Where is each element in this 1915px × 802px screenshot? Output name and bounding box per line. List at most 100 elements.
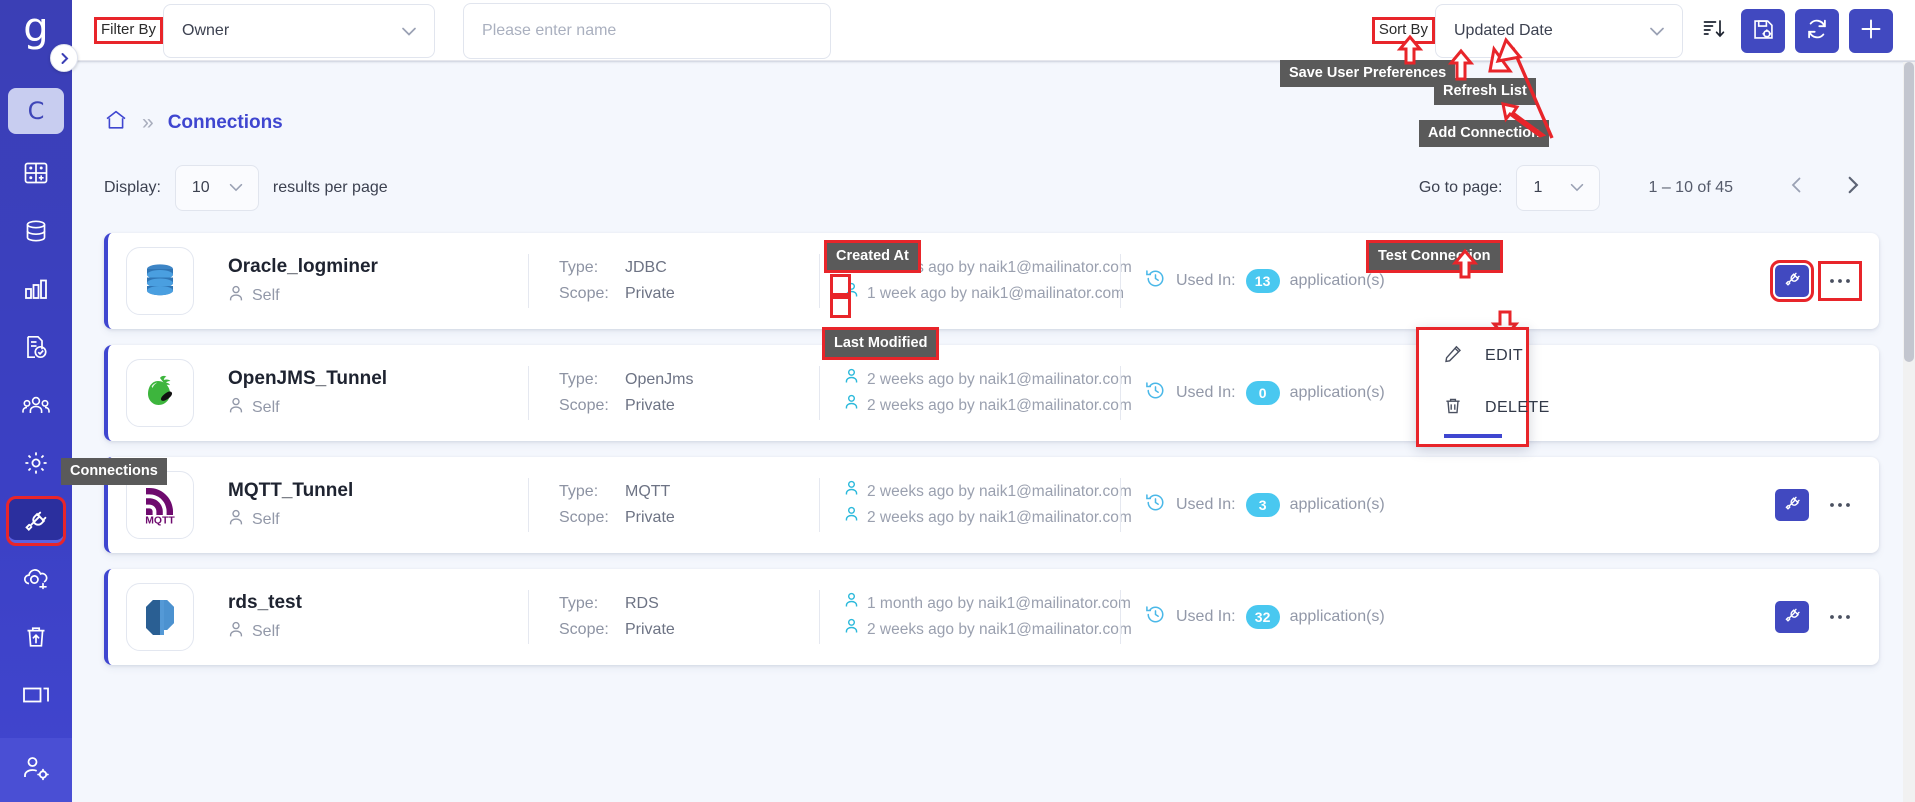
row-actions — [1770, 260, 1879, 302]
scrollbar-thumb[interactable] — [1904, 62, 1914, 362]
trash-upload-icon — [23, 624, 49, 650]
table-row[interactable]: OpenJMS_Tunnel Self Type: OpenJms Scope: P… — [104, 345, 1879, 441]
page-scrollbar[interactable] — [1903, 62, 1915, 802]
goto-page-label: Go to page: — [1418, 179, 1503, 196]
sidebar-item-screens[interactable] — [8, 672, 64, 718]
last-modified-text: 2 weeks ago by naik1@mailinator.com — [867, 621, 1132, 638]
more-actions-button[interactable] — [1818, 261, 1862, 301]
sidebar-item-deploy[interactable] — [8, 556, 64, 602]
add-connection-button[interactable] — [1849, 8, 1893, 53]
created-at-text: 2 weeks ago by naik1@mailinator.com — [867, 371, 1132, 388]
document-check-icon — [23, 334, 49, 360]
home-icon[interactable] — [104, 108, 128, 137]
list-controls: Display: 10 results per page Go to page:… — [72, 137, 1915, 211]
menu-item-delete[interactable]: DELETE — [1419, 382, 1549, 434]
scope-label: Scope: — [559, 621, 609, 638]
connection-owner-text: Self — [252, 398, 280, 416]
user-gear-icon — [21, 754, 51, 787]
connection-thumbnail — [126, 359, 194, 427]
chevron-down-icon — [398, 20, 420, 42]
sort-by-label: Sort By — [1371, 17, 1435, 44]
row-context-menu[interactable]: EDIT DELETE — [1416, 327, 1549, 447]
more-actions-button[interactable] — [1823, 602, 1857, 632]
person-icon — [844, 591, 859, 617]
used-in-column: Used In: 32 application(s) — [1121, 604, 1385, 630]
left-sidebar: g C — [0, 0, 72, 802]
ellipsis-icon — [1828, 501, 1852, 509]
person-icon — [844, 479, 859, 505]
page-size-select[interactable]: 10 — [174, 165, 259, 211]
filter-by-label: Filter By — [94, 17, 164, 44]
tooltip-add-connection: Add Connection — [1419, 120, 1549, 147]
pencil-icon — [1443, 344, 1463, 369]
sidebar-item-home-letter[interactable]: C — [8, 88, 64, 134]
plus-icon — [1858, 16, 1884, 45]
table-row[interactable]: MQTT MQTT_Tunnel Self Type: MQTT Scope: … — [104, 457, 1879, 553]
svg-text:MQTT: MQTT — [145, 515, 175, 526]
used-in-count: 32 — [1245, 605, 1280, 629]
pagination: Go to page: 1 1 – 10 of 45 — [1419, 165, 1879, 211]
breadcrumb-separator: » — [142, 111, 154, 134]
table-row[interactable]: Oracle_logminer Self Type: JDBC Scope: Pri… — [104, 233, 1879, 329]
goto-page-select[interactable]: 1 — [1516, 165, 1601, 211]
result-range: 1 – 10 of 45 — [1648, 179, 1733, 196]
prev-page-button[interactable] — [1777, 168, 1817, 208]
used-in-suffix: application(s) — [1289, 384, 1385, 401]
sidebar-item-database[interactable] — [8, 208, 64, 254]
search-input[interactable]: Please enter name — [463, 2, 832, 59]
filter-by-value: Owner — [182, 21, 230, 39]
used-in-label: Used In: — [1176, 272, 1236, 289]
type-value: MQTT — [625, 483, 671, 500]
sidebar-item-connections[interactable] — [6, 496, 66, 546]
mqtt-icon: MQTT — [137, 480, 183, 531]
menu-item-delete-label: DELETE — [1485, 399, 1550, 416]
current-page-value: 1 — [1533, 179, 1543, 196]
page-title[interactable]: Connections — [168, 112, 283, 134]
person-icon — [228, 509, 244, 531]
breadcrumb: » Connections — [72, 62, 1915, 137]
test-connection-button[interactable] — [1775, 489, 1809, 521]
scope-value: Private — [625, 509, 675, 526]
type-value: JDBC — [625, 259, 667, 276]
sort-descending-icon — [1702, 17, 1726, 44]
sidebar-item-users[interactable] — [8, 382, 64, 428]
connection-name-column: MQTT_Tunnel Self — [228, 480, 528, 531]
filter-by-select[interactable]: Owner — [163, 3, 436, 58]
sidebar-item-dashboard[interactable] — [8, 150, 64, 196]
test-connection-button[interactable] — [1775, 601, 1809, 633]
more-actions-button[interactable] — [1823, 490, 1857, 520]
menu-item-edit-label: EDIT — [1485, 347, 1524, 364]
type-label: Type: — [559, 259, 599, 276]
next-page-button[interactable] — [1833, 168, 1873, 208]
scope-label: Scope: — [559, 509, 609, 526]
menu-item-edit[interactable]: EDIT — [1419, 330, 1526, 382]
refresh-list-button[interactable] — [1795, 8, 1839, 53]
test-connection-button[interactable] — [1770, 260, 1814, 302]
tooltip-save-user-preferences: Save User Preferences — [1280, 60, 1456, 87]
sidebar-item-reports[interactable] — [8, 324, 64, 370]
chevron-left-icon — [1787, 175, 1807, 201]
connection-audit-column: 2 weeks ago by naik1@mailinator.com 2 we… — [820, 367, 1132, 419]
sidebar-item-analytics[interactable] — [8, 266, 64, 312]
gear-icon — [23, 450, 49, 476]
connection-owner: Self — [228, 285, 528, 307]
connection-owner-text: Self — [252, 286, 280, 304]
history-clock-icon — [1145, 604, 1166, 630]
sidebar-item-account-settings[interactable] — [0, 738, 72, 802]
history-clock-icon — [1145, 380, 1166, 406]
used-in-label: Used In: — [1176, 384, 1236, 401]
connection-meta-column: Type: OpenJms Scope: Private — [529, 367, 819, 419]
sort-direction-button[interactable] — [1697, 11, 1731, 51]
connection-name: Oracle_logminer — [228, 255, 378, 277]
sort-by-select[interactable]: Updated Date — [1435, 3, 1683, 58]
sidebar-item-recycle[interactable] — [8, 614, 64, 660]
page-size-value: 10 — [191, 179, 210, 196]
table-row[interactable]: rds_test Self Type: RDS Scope: Private 1… — [104, 569, 1879, 665]
connection-meta-column: Type: JDBC Scope: Private — [529, 255, 819, 307]
type-value: OpenJms — [625, 371, 694, 388]
save-user-preferences-button[interactable] — [1741, 8, 1785, 53]
sidebar-collapse-toggle[interactable] — [50, 44, 78, 72]
connection-name-column: OpenJMS_Tunnel Self — [228, 368, 528, 419]
sidebar-item-settings[interactable] — [8, 440, 64, 486]
plug-icon — [1783, 606, 1802, 628]
